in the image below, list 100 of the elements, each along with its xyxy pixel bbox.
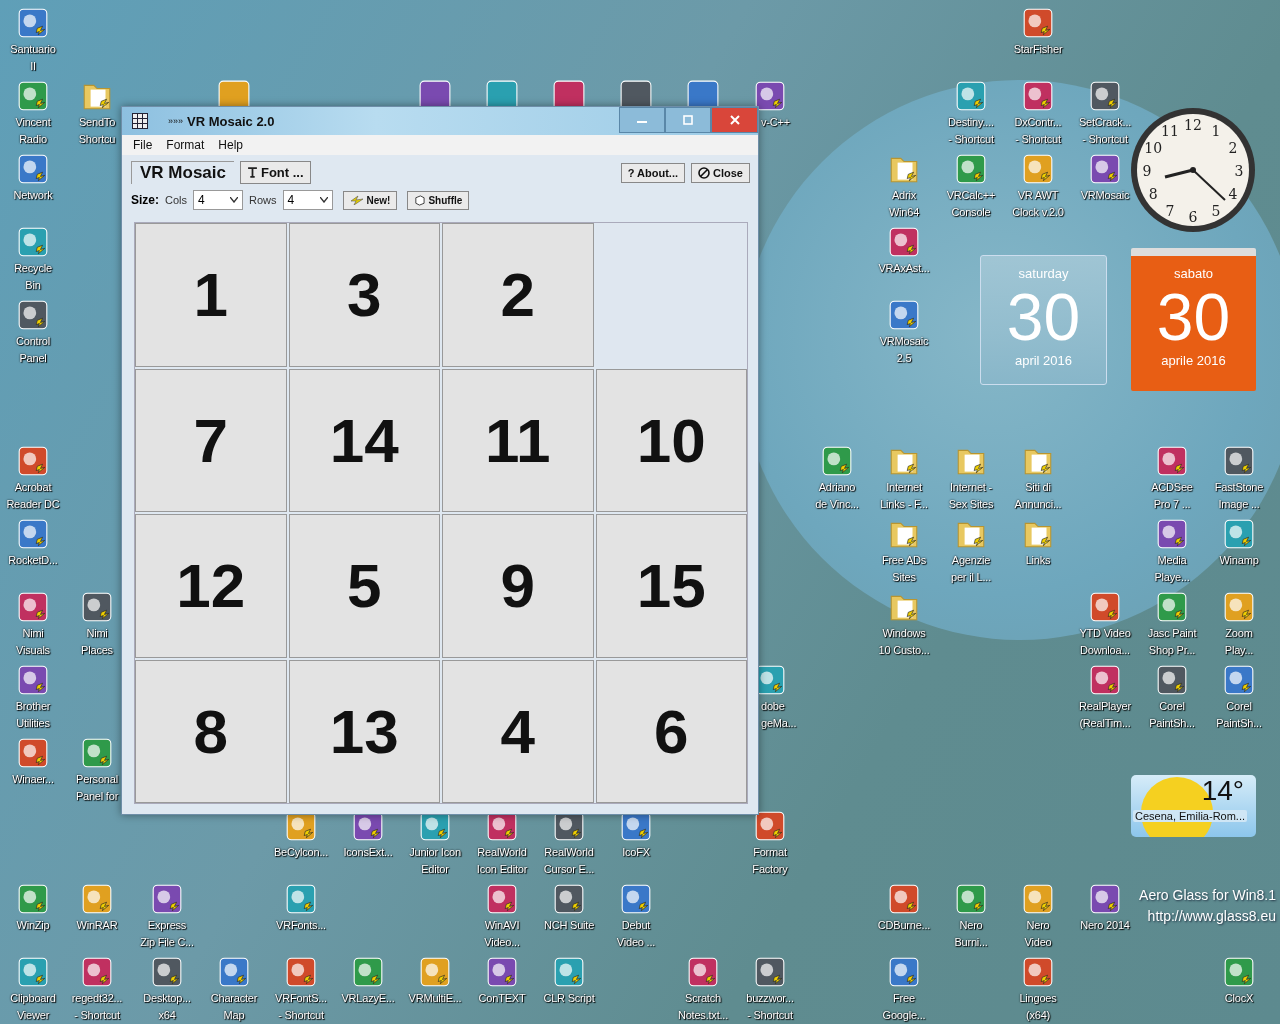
app-icon[interactable]: [954, 882, 988, 916]
app-icon[interactable]: [1222, 663, 1256, 697]
app-icon[interactable]: [16, 225, 50, 259]
puzzle-tile[interactable]: 13: [288, 659, 440, 803]
icon-label: RealWorld Icon Editor: [476, 845, 528, 877]
app-icon[interactable]: [954, 79, 988, 113]
app-icon[interactable]: [16, 882, 50, 916]
rows-dropdown[interactable]: 4: [282, 190, 333, 210]
app-icon[interactable]: [485, 955, 519, 989]
app-icon[interactable]: [1088, 590, 1122, 624]
app-icon[interactable]: [887, 882, 921, 916]
puzzle-tile[interactable]: 12: [135, 514, 287, 658]
about-button[interactable]: ? About...: [620, 162, 686, 183]
app-icon[interactable]: [887, 298, 921, 332]
app-icon[interactable]: [1222, 955, 1256, 989]
lightning-icon: [349, 195, 364, 205]
maximize-button[interactable]: [665, 107, 711, 133]
app-icon[interactable]: [1021, 152, 1055, 186]
app-icon[interactable]: [16, 298, 50, 332]
puzzle-tile[interactable]: 11: [442, 368, 594, 512]
menu-item[interactable]: File: [133, 138, 153, 152]
puzzle-tile[interactable]: 1: [135, 223, 287, 367]
app-icon[interactable]: [619, 882, 653, 916]
app-icon[interactable]: [552, 882, 586, 916]
app-icon[interactable]: [954, 152, 988, 186]
menu-item[interactable]: Help: [218, 138, 244, 152]
app-icon[interactable]: [284, 955, 318, 989]
puzzle-tile[interactable]: 9: [442, 514, 594, 658]
font-button[interactable]: Font ...: [240, 161, 311, 184]
icon-label: Nero 2014: [1080, 918, 1130, 933]
app-icon[interactable]: [1088, 152, 1122, 186]
puzzle-tile[interactable]: 2: [442, 223, 594, 367]
app-icon[interactable]: [887, 955, 921, 989]
app-icon[interactable]: [1155, 590, 1189, 624]
puzzle-tile[interactable]: 3: [288, 223, 440, 367]
temperature: 14°: [1201, 775, 1244, 807]
app-icon[interactable]: [1021, 79, 1055, 113]
app-icon[interactable]: [16, 517, 50, 551]
app-icon[interactable]: [80, 882, 114, 916]
puzzle-tile[interactable]: 15: [595, 514, 747, 658]
puzzle-tile[interactable]: 6: [595, 659, 747, 803]
app-icon[interactable]: [16, 590, 50, 624]
icon-label: Brother Utilities: [15, 699, 51, 731]
icon-label: ConTEXT: [478, 991, 526, 1006]
app-icon[interactable]: [16, 736, 50, 770]
icon-label: VRCalc++ Console: [946, 188, 996, 220]
app-icon[interactable]: [1155, 444, 1189, 478]
icon-label: Clipboard Viewer: [10, 991, 56, 1023]
notice-text: Aero Glass for Win8.1: [1139, 886, 1276, 905]
app-icon[interactable]: [485, 882, 519, 916]
app-icon[interactable]: [1155, 663, 1189, 697]
app-icon[interactable]: [887, 225, 921, 259]
app-icon[interactable]: [686, 955, 720, 989]
menu-item[interactable]: Format: [166, 138, 205, 152]
app-icon[interactable]: [1021, 882, 1055, 916]
app-icon[interactable]: [16, 6, 50, 40]
calendar-day: 30: [1156, 281, 1231, 353]
close-app-button[interactable]: Close: [691, 162, 750, 183]
app-icon[interactable]: [16, 152, 50, 186]
app-icon[interactable]: [16, 663, 50, 697]
shuffle-button[interactable]: Shuffle: [407, 190, 470, 210]
app-icon[interactable]: [351, 955, 385, 989]
close-button[interactable]: [711, 107, 758, 133]
puzzle-tile[interactable]: 5: [288, 514, 440, 658]
app-icon[interactable]: [80, 590, 114, 624]
app-icon[interactable]: [80, 736, 114, 770]
new-button[interactable]: New!: [342, 190, 398, 210]
app-icon[interactable]: [753, 955, 787, 989]
app-icon[interactable]: [418, 955, 452, 989]
app-icon[interactable]: [217, 955, 251, 989]
app-icon[interactable]: [753, 79, 787, 113]
app-icon[interactable]: [1088, 79, 1122, 113]
app-icon[interactable]: [80, 955, 114, 989]
app-icon[interactable]: [1021, 6, 1055, 40]
app-icon[interactable]: [1222, 590, 1256, 624]
app-icon[interactable]: [1021, 955, 1055, 989]
app-icon[interactable]: [1222, 444, 1256, 478]
app-icon[interactable]: [16, 79, 50, 113]
app-icon[interactable]: [1088, 663, 1122, 697]
puzzle-tile[interactable]: 10: [595, 368, 747, 512]
icon-label: IcoFX: [622, 845, 650, 860]
app-icon[interactable]: [16, 955, 50, 989]
app-icon[interactable]: [150, 955, 184, 989]
cols-dropdown[interactable]: 4: [193, 190, 244, 210]
app-icon[interactable]: [820, 444, 854, 478]
app-icon[interactable]: [150, 882, 184, 916]
puzzle-tile[interactable]: 4: [442, 659, 594, 803]
app-icon[interactable]: [16, 444, 50, 478]
icon-label: Debut Video ...: [616, 918, 656, 950]
puzzle-tile[interactable]: 7: [135, 368, 287, 512]
puzzle-tile[interactable]: 14: [288, 368, 440, 512]
app-icon[interactable]: [1222, 517, 1256, 551]
icon-label: WinZip: [16, 918, 50, 933]
app-icon[interactable]: [552, 955, 586, 989]
app-icon[interactable]: [1088, 882, 1122, 916]
app-icon[interactable]: [753, 809, 787, 843]
app-icon[interactable]: [1155, 517, 1189, 551]
puzzle-tile[interactable]: 8: [135, 659, 287, 803]
app-heading: VR Mosaic: [131, 161, 234, 184]
app-icon[interactable]: [284, 882, 318, 916]
